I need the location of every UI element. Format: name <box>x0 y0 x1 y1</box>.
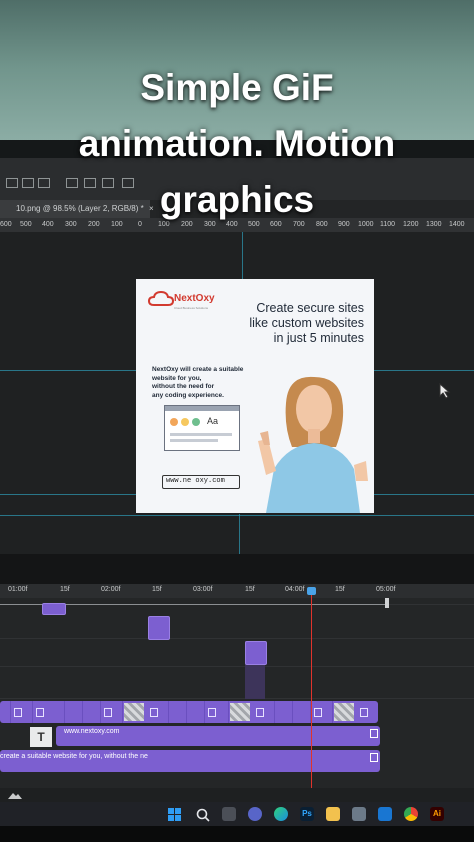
time-tick: 15f <box>245 586 255 593</box>
text-layer-icon[interactable]: T <box>30 727 52 747</box>
text-layer-track-2[interactable]: create a suitable website for you, witho… <box>0 750 380 772</box>
mail-icon[interactable] <box>378 807 392 821</box>
caption-line: animation. Motion <box>78 123 396 164</box>
playhead-line <box>311 588 312 788</box>
text-layer-label: www.nextoxy.com <box>64 728 120 735</box>
guide-vertical <box>239 514 240 554</box>
frames-track[interactable] <box>0 701 378 723</box>
ad-headline-line: like custom websites <box>249 316 364 330</box>
time-tick: 15f <box>335 586 345 593</box>
cloud-logo-icon <box>148 291 174 306</box>
time-tick: 04:00f <box>285 586 305 593</box>
task-view-icon[interactable] <box>222 807 236 821</box>
time-tick: 05:00f <box>376 586 396 593</box>
website-mockup-illustration: Aa <box>164 405 240 451</box>
caption-line: graphics <box>159 179 315 220</box>
windows-taskbar: Ps Ai <box>0 802 474 826</box>
edge-icon[interactable] <box>274 807 288 821</box>
file-explorer-icon[interactable] <box>326 807 340 821</box>
windows-icon[interactable] <box>168 808 181 821</box>
text-layer-label: create a suitable website for you, witho… <box>0 753 148 760</box>
frame-thumbnail <box>230 703 250 721</box>
mountain-zoom-icon[interactable] <box>8 791 22 799</box>
keyframe-clip[interactable] <box>42 603 66 615</box>
work-area-end-handle[interactable] <box>385 598 389 608</box>
frame-thumbnail <box>334 703 354 721</box>
illustrator-icon[interactable]: Ai <box>430 807 444 821</box>
ad-headline-line: Create secure sites <box>256 301 364 315</box>
time-tick: 15f <box>60 586 70 593</box>
time-tick: 15f <box>152 586 162 593</box>
store-icon[interactable] <box>352 807 366 821</box>
guide-vertical <box>242 232 243 279</box>
cursor-icon <box>439 382 451 399</box>
ad-headline: Create secure sites like custom websites… <box>232 301 364 346</box>
monitor-bottom-bezel <box>0 826 474 842</box>
mockup-label: Aa <box>207 416 219 426</box>
frame-thumbnail <box>124 703 144 721</box>
guide-horizontal <box>0 515 474 516</box>
photoshop-icon[interactable]: Ps <box>300 807 314 821</box>
ad-url: www.ne oxy.com <box>166 477 225 485</box>
timeline-footer <box>0 788 474 802</box>
text-layer-track[interactable]: www.nextoxy.com <box>56 726 380 746</box>
ad-creative[interactable]: NextOxy Cloud Business Solutions Create … <box>136 279 374 513</box>
time-tick: 03:00f <box>193 586 213 593</box>
keyframe-clip[interactable] <box>148 616 170 640</box>
time-tick: 01:00f <box>8 586 28 593</box>
time-tick: 02:00f <box>101 586 121 593</box>
woman-photo <box>258 376 368 513</box>
panel-gap <box>0 554 474 584</box>
search-icon[interactable] <box>196 808 210 822</box>
ad-brand-name: NextOxy <box>174 293 215 304</box>
chrome-icon[interactable] <box>404 807 418 821</box>
ad-tagline: Cloud Business Solutions <box>174 306 209 310</box>
ad-headline-line: in just 5 minutes <box>273 331 364 345</box>
chat-icon[interactable] <box>248 807 262 821</box>
timeline-ruler: 01:00f 15f 02:00f 15f 03:00f 15f 04:00f … <box>0 584 474 598</box>
keyframe-clip[interactable] <box>245 641 267 665</box>
playhead-handle[interactable] <box>307 587 316 595</box>
caption-line: Simple GiF <box>140 67 334 108</box>
video-caption: Simple GiF animation. Motion graphics <box>0 60 474 228</box>
